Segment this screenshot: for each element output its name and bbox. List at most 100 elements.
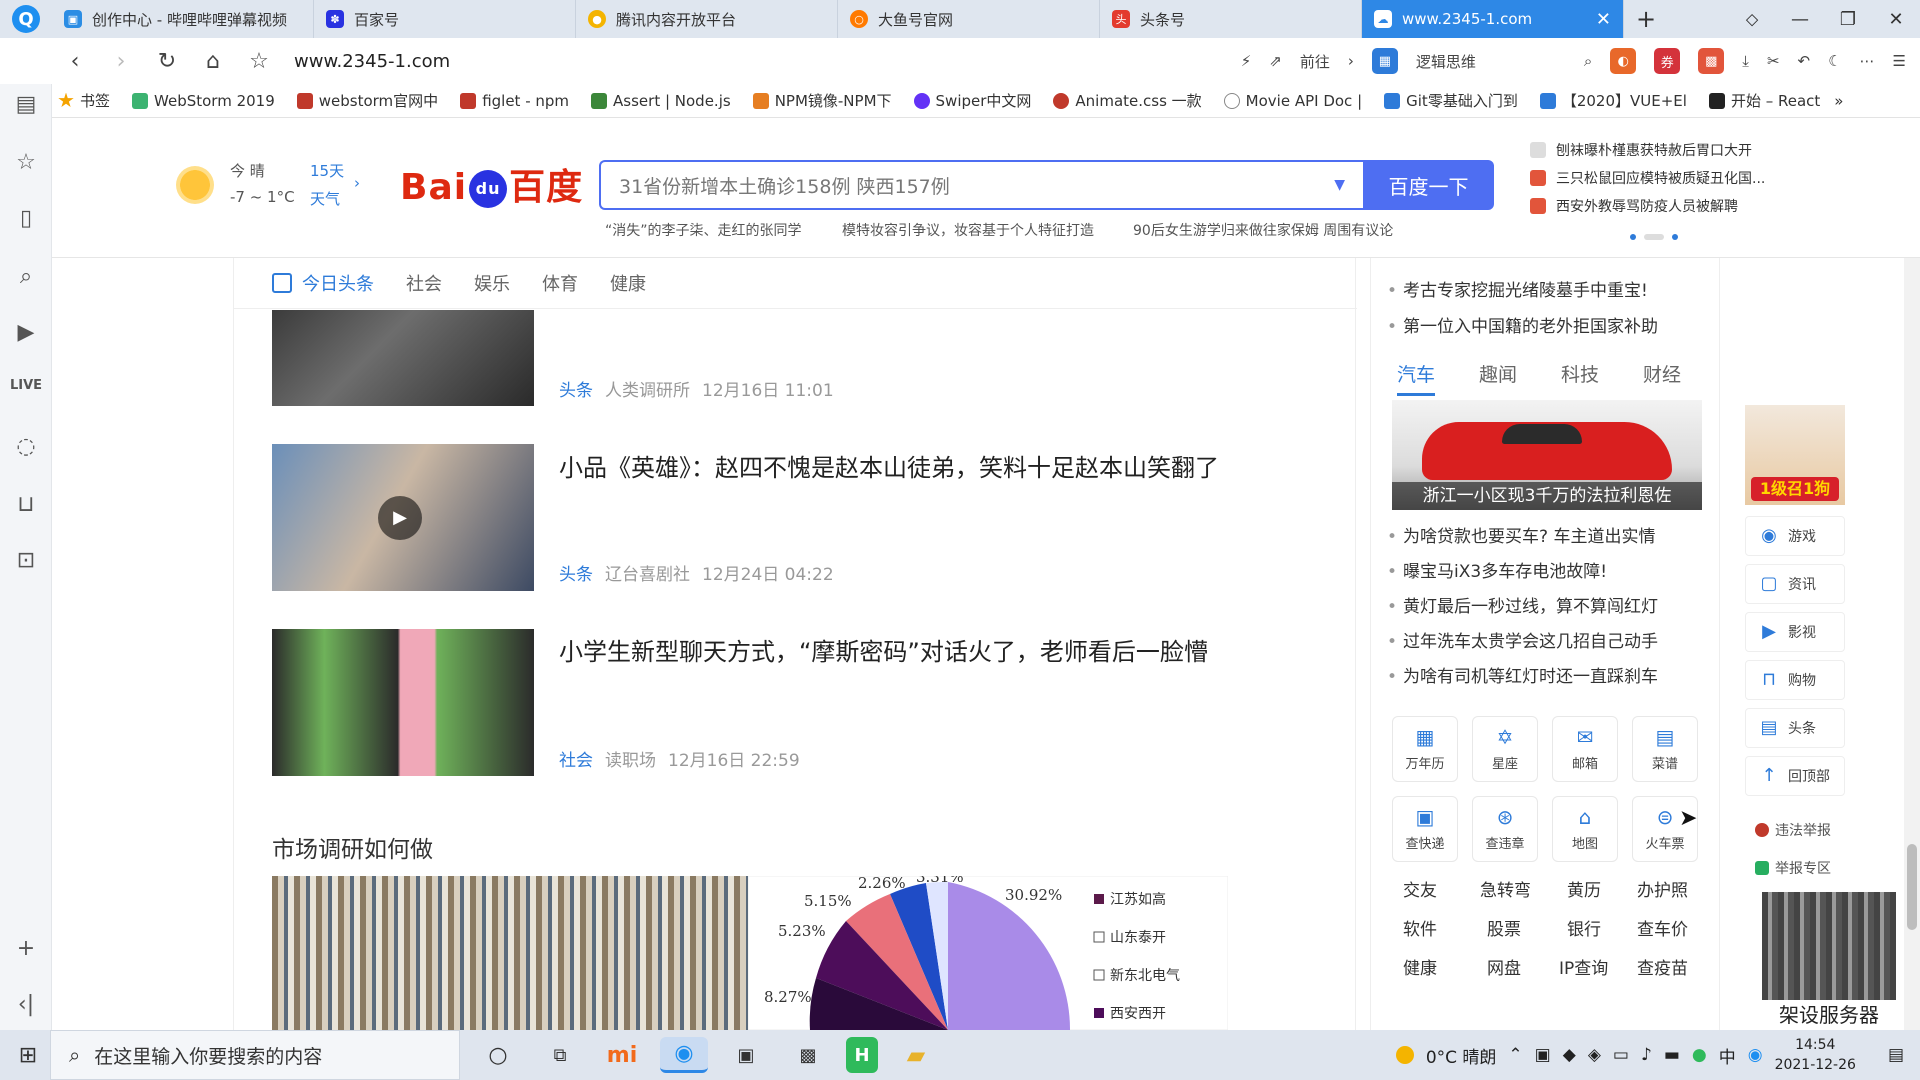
reader-icon[interactable]: ▤ [0, 92, 52, 117]
app-icon[interactable]: ▩ [1698, 48, 1725, 74]
moon-icon[interactable]: ☾ [1828, 52, 1841, 70]
util-link[interactable]: 查疫苗 [1637, 954, 1688, 979]
float-item-shopping[interactable]: ⊓ 购物 [1745, 660, 1845, 700]
news-thumbnail[interactable] [272, 629, 534, 776]
search-button[interactable]: 百度一下 [1363, 160, 1494, 210]
top-news-link[interactable]: 考古专家挖掘光绪陵墓手中重宝! [1387, 276, 1648, 301]
tab-baijiahao[interactable]: ✽ 百家号 [314, 0, 576, 38]
util-link[interactable]: 软件 [1403, 915, 1437, 940]
news-source[interactable]: 社会 [559, 751, 593, 771]
share-icon[interactable]: ⇗ [1269, 52, 1282, 70]
weather-forecast-label[interactable]: 天气 [310, 188, 340, 209]
hot-search-link[interactable]: 模特妆容引争议，妆容基于个人特征打造 [842, 220, 1094, 240]
back-button[interactable]: ‹ [52, 49, 98, 74]
carousel-dot[interactable] [1672, 234, 1678, 240]
qq-tray-icon[interactable]: ◉ [1748, 1045, 1763, 1065]
bookmark-item[interactable]: Animate.css 一款 [1053, 90, 1202, 111]
hot-search-link[interactable]: 90后女生游学归来做往家保姆 周围有议论 [1133, 220, 1393, 240]
tab-active[interactable]: ☁ www.2345-1.com ✕ [1362, 0, 1624, 38]
taskbar-search-input[interactable]: ⌕ 在这里输入你要搜索的内容 [50, 1030, 460, 1080]
news-author[interactable]: 人类调研所 [605, 381, 690, 401]
task-view-icon[interactable]: ⧉ [536, 1037, 584, 1073]
bookmark-item[interactable]: WebStorm 2019 [132, 92, 275, 110]
baidu-logo[interactable]: Bai du 百度 [400, 158, 583, 210]
home-button[interactable]: ⌂ [190, 49, 236, 74]
weather-today[interactable]: 今 晴 [230, 160, 265, 181]
float-item-video[interactable]: ▶ 影视 [1745, 612, 1845, 652]
float-ad[interactable]: 1级召1狗 [1745, 405, 1845, 505]
hot-news-item[interactable]: 西安外教辱骂防疫人员被解聘 [1530, 196, 1738, 216]
chevron-up-icon[interactable]: ⌃ [1508, 1045, 1522, 1065]
cart-icon[interactable]: ⊔ [0, 492, 52, 517]
tray-app-icon[interactable]: ◆ [1563, 1045, 1576, 1065]
scroll-thumb[interactable] [1907, 844, 1917, 930]
bookmark-item[interactable]: 【2020】VUE+El [1539, 90, 1687, 111]
undo-icon[interactable]: ↶ [1798, 52, 1811, 70]
search-input[interactable]: 31省份新增本土确诊158例 陕西157例 ▼ [599, 160, 1363, 210]
extension-label[interactable]: 逻辑思维 [1416, 51, 1476, 72]
float-item-headline[interactable]: ▤ 头条 [1745, 708, 1845, 748]
app-icon[interactable]: ▣ [722, 1037, 770, 1073]
collapse-icon[interactable]: ‹| [0, 992, 52, 1017]
tool-violation[interactable]: ⊛ 查违章 [1472, 796, 1538, 862]
util-link[interactable]: 交友 [1403, 876, 1437, 901]
float-item-news[interactable]: ▢ 资讯 [1745, 564, 1845, 604]
library-image[interactable] [272, 876, 748, 1030]
chat-icon[interactable]: ◌ [0, 434, 52, 459]
util-link[interactable]: 办护照 [1637, 876, 1688, 901]
windows-start-icon[interactable]: ⊞ [6, 1037, 50, 1073]
shirt-icon[interactable]: ⬦ [1728, 0, 1776, 38]
video-icon[interactable]: ▶ [0, 320, 52, 345]
float-item-game[interactable]: ◉ 游戏 [1745, 516, 1845, 556]
tab-dayu[interactable]: ○ 大鱼号官网 [838, 0, 1100, 38]
tool-horoscope[interactable]: ✡ 星座 [1472, 716, 1538, 782]
car-image[interactable]: 浙江一小区现3千万的法拉利恩佐 [1392, 400, 1702, 510]
play-icon[interactable]: ▶ [378, 496, 422, 540]
car-news-link[interactable]: 过年洗车太贵学会这几招自己动手 [1387, 627, 1658, 652]
bookmark-item[interactable]: NPM镜像-NPM下 [752, 90, 892, 111]
favorite-star-icon[interactable]: ☆ [236, 49, 282, 74]
carousel-dot[interactable] [1630, 234, 1636, 240]
cortana-icon[interactable]: ○ [474, 1037, 522, 1073]
url-input[interactable]: www.2345-1.com [294, 51, 1054, 72]
tab-car[interactable]: 汽车 [1397, 360, 1436, 396]
util-link[interactable]: 银行 [1567, 915, 1601, 940]
car-news-link[interactable]: 为啥贷款也要买车? 车主道出实情 [1387, 522, 1655, 547]
news-source[interactable]: 头条 [559, 565, 593, 585]
tab-fun[interactable]: 趣闻 [1479, 360, 1517, 396]
car-news-link[interactable]: 为啥有司机等红灯时还一直踩刹车 [1387, 662, 1658, 687]
car-news-link[interactable]: 曝宝马iX3多车存电池故障! [1387, 557, 1607, 582]
add-icon[interactable]: + [0, 936, 52, 961]
weather-arrow-icon[interactable]: › [354, 174, 360, 192]
bookmark-item[interactable]: 开始 – React [1708, 90, 1820, 111]
forward-go-button[interactable]: 前往 [1300, 51, 1330, 72]
more-icon[interactable]: ⋯ [1860, 52, 1875, 70]
tray-app-icon[interactable]: ▣ [1535, 1045, 1551, 1065]
wechat-icon[interactable]: ● [1692, 1045, 1707, 1065]
qq-browser-icon[interactable]: ◉ [660, 1037, 708, 1073]
close-window-button[interactable]: ✕ [1872, 0, 1920, 38]
bookmarks-more-icon[interactable]: » [1834, 92, 1843, 110]
new-tab-button[interactable]: + [1624, 0, 1668, 38]
tool-mail[interactable]: ✉ 邮箱 [1552, 716, 1618, 782]
minimize-button[interactable]: — [1776, 0, 1824, 38]
tool-map[interactable]: ⌂ 地图 [1552, 796, 1618, 862]
hot-news-item[interactable]: 刨袜曝朴槿惠获特赦后胃口大开 [1530, 140, 1752, 160]
top-news-link[interactable]: 第一位入中国籍的老外拒国家补助 [1387, 312, 1658, 337]
input-method-icon[interactable]: 中 [1719, 1043, 1736, 1068]
back-to-top-button[interactable]: ↑ 回顶部 [1745, 756, 1845, 796]
bookmark-item[interactable]: Movie API Doc | [1223, 92, 1362, 110]
tab-society[interactable]: 社会 [406, 270, 442, 296]
report-link[interactable]: 违法举报 [1755, 820, 1831, 840]
battery-icon[interactable]: ▬ [1664, 1045, 1680, 1065]
extension-icon[interactable]: ▦ [1371, 48, 1398, 74]
chevron-down-icon[interactable]: ▼ [1334, 177, 1345, 193]
weather-forecast-days[interactable]: 15天 [310, 160, 344, 181]
carousel-dot[interactable] [1644, 234, 1664, 240]
browser-logo[interactable]: Q [0, 0, 52, 38]
taskbar-weather[interactable]: 0°C 晴朗 [1426, 1043, 1497, 1068]
hot-search-link[interactable]: “消失”的李子柒、走红的张同学 [605, 220, 802, 240]
util-link[interactable]: IP查询 [1559, 954, 1608, 979]
lightning-icon[interactable]: ⚡ [1241, 52, 1252, 70]
tab-bilibili[interactable]: ▣ 创作中心 - 哔哩哔哩弹幕视频 [52, 0, 314, 38]
